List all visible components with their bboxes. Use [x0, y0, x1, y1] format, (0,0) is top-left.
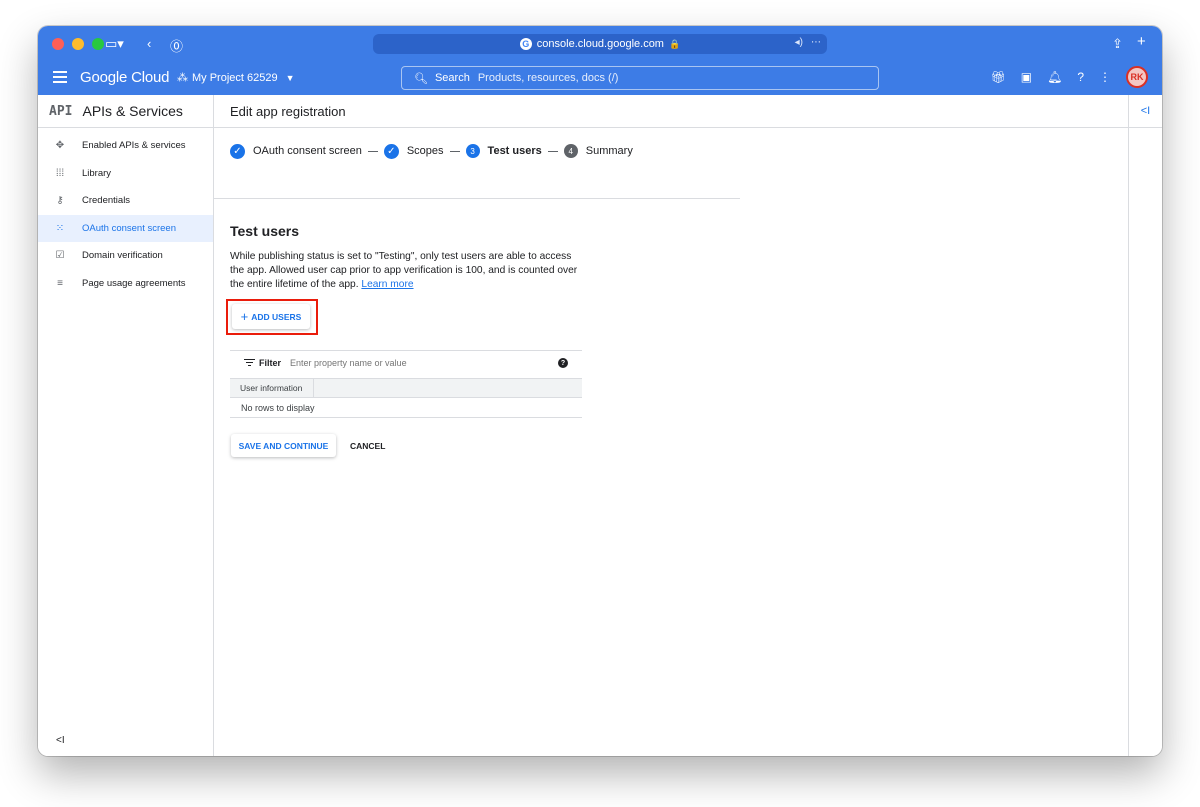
- checkbox-icon: ☑: [55, 250, 65, 262]
- cloud-shell-icon[interactable]: ▣: [1021, 70, 1032, 84]
- project-name: My Project 62529: [192, 71, 278, 84]
- lock-icon: 🔒: [668, 38, 681, 49]
- notifications-bell-icon[interactable]: 🔔︎: [1047, 70, 1062, 84]
- zoom-window-button[interactable]: [92, 38, 104, 50]
- google-favicon-icon: G: [519, 38, 532, 50]
- step-summary[interactable]: 4 Summary: [563, 144, 633, 158]
- stepper-divider: [214, 198, 740, 199]
- nav-item-label: Page usage agreements: [82, 277, 186, 289]
- left-nav: API APIs & Services ✥ Enabled APIs & ser…: [38, 95, 214, 756]
- agreement-list-icon: ≡: [57, 277, 63, 289]
- avatar[interactable]: RK: [1126, 66, 1148, 88]
- project-nodes-icon: ⁂: [177, 72, 188, 84]
- address-url: console.cloud.google.com: [536, 38, 664, 50]
- project-picker[interactable]: ⁂ My Project 62529 ▼: [177, 71, 295, 85]
- back-chevron-icon[interactable]: ‹: [147, 36, 151, 51]
- more-dots-icon[interactable]: ⋯: [811, 37, 821, 48]
- step-number: 4: [563, 144, 578, 158]
- chevron-down-icon: ▼: [285, 72, 295, 83]
- cloud-header: Google Cloud ⁂ My Project 62529 ▼ 🔍︎ Sea…: [38, 62, 1162, 95]
- table-filter: Filter ?: [230, 350, 582, 374]
- search-bar[interactable]: 🔍︎ Search Products, resources, docs (/): [401, 66, 879, 90]
- consent-dots-icon: ⁙: [55, 222, 65, 234]
- address-bar-tools: ◂) ⋯: [795, 37, 821, 48]
- api-logo: API: [49, 103, 73, 119]
- step-test-users[interactable]: 3 Test users: [465, 144, 542, 158]
- step-label: Scopes: [406, 145, 444, 157]
- nav-item-enabled-apis[interactable]: ✥ Enabled APIs & services: [38, 132, 213, 160]
- step-oauth-consent[interactable]: ✓ OAuth consent screen: [230, 143, 362, 159]
- step-number: 3: [465, 144, 480, 158]
- nav-item-label: Library: [82, 167, 112, 179]
- table-header: User information: [230, 378, 582, 398]
- more-vert-icon[interactable]: ⋮: [1099, 70, 1111, 84]
- page-header: Edit app registration: [214, 95, 1128, 128]
- add-users-button[interactable]: + ADD USERS: [232, 304, 310, 329]
- library-grid-icon: ⁞⁞⁞: [55, 167, 65, 179]
- browser-titlebar: ▭▾ ‹ ⓪ G console.cloud.google.com 🔒 ◂) ⋯…: [38, 26, 1162, 62]
- save-and-continue-button[interactable]: SAVE AND CONTINUE: [231, 434, 336, 457]
- collapse-nav-icon[interactable]: <I: [56, 735, 65, 746]
- nav-item-domain-verification[interactable]: ☑ Domain verification: [38, 242, 213, 270]
- nav-list: ✥ Enabled APIs & services ⁞⁞⁞ Library ⚷ …: [38, 128, 213, 297]
- check-circle-icon: ✓: [383, 143, 399, 159]
- right-rail: <I: [1128, 95, 1162, 756]
- nav-item-label: OAuth consent screen: [82, 222, 176, 234]
- help-circle-icon[interactable]: ?: [558, 358, 568, 368]
- page-title: Edit app registration: [230, 103, 346, 119]
- key-icon: ⚷: [56, 195, 64, 207]
- stepper: ✓ OAuth consent screen ✓ Scopes 3 Test u…: [230, 141, 633, 161]
- new-tab-plus-icon[interactable]: +: [1137, 33, 1146, 50]
- step-label: Summary: [585, 145, 633, 157]
- close-window-button[interactable]: [52, 38, 64, 50]
- step-separator: [449, 150, 460, 152]
- nav-item-label: Credentials: [82, 195, 131, 207]
- search-icon: 🔍︎: [414, 72, 428, 85]
- add-users-label: ADD USERS: [251, 311, 302, 322]
- nav-item-credentials[interactable]: ⚷ Credentials: [38, 187, 213, 215]
- address-bar[interactable]: G console.cloud.google.com 🔒 ◂) ⋯: [373, 34, 827, 54]
- nav-header: API APIs & Services: [38, 95, 213, 128]
- column-header-user-information[interactable]: User information: [230, 379, 314, 397]
- nav-item-library[interactable]: ⁞⁞⁞ Library: [38, 160, 213, 188]
- gift-icon[interactable]: 🎁︎: [991, 70, 1006, 84]
- nav-item-page-usage[interactable]: ≡ Page usage agreements: [38, 270, 213, 298]
- filter-input[interactable]: [290, 357, 531, 368]
- nav-title: APIs & Services: [82, 103, 183, 119]
- section-title: Test users: [230, 223, 299, 239]
- share-icon[interactable]: ⇪: [1112, 36, 1123, 52]
- main-content: Edit app registration ✓ OAuth consent sc…: [214, 95, 1128, 756]
- nav-item-label: Enabled APIs & services: [82, 140, 186, 152]
- filter-list-icon: [244, 357, 255, 368]
- main-menu-icon[interactable]: [53, 71, 67, 86]
- google-cloud-logo[interactable]: Google Cloud: [80, 69, 170, 86]
- cancel-button[interactable]: CANCEL: [350, 434, 385, 457]
- browser-window: ▭▾ ‹ ⓪ G console.cloud.google.com 🔒 ◂) ⋯…: [38, 26, 1162, 756]
- window-controls: [52, 38, 104, 50]
- search-label: Search: [434, 72, 470, 84]
- step-label: Test users: [487, 145, 542, 157]
- learn-more-link[interactable]: Learn more: [361, 279, 413, 290]
- plus-icon: +: [240, 309, 249, 324]
- speaker-icon[interactable]: ◂): [795, 37, 803, 48]
- help-icon[interactable]: ?: [1077, 70, 1084, 84]
- step-scopes[interactable]: ✓ Scopes: [383, 143, 444, 159]
- step-separator: [367, 150, 378, 152]
- nav-item-oauth-consent[interactable]: ⁙ OAuth consent screen: [38, 214, 213, 242]
- filter-label: Filter: [259, 357, 282, 368]
- api-hub-icon: ✥: [55, 140, 65, 152]
- minimize-window-button[interactable]: [72, 38, 84, 50]
- step-label: OAuth consent screen: [253, 145, 362, 157]
- nav-item-label: Domain verification: [82, 250, 163, 262]
- header-actions: 🎁︎ ▣ 🔔︎ ? ⋮ RK: [991, 66, 1148, 88]
- section-description: While publishing status is set to "Testi…: [230, 250, 584, 291]
- search-placeholder: Products, resources, docs (/): [477, 72, 619, 84]
- sidebar-toggle-icon[interactable]: ▭▾: [105, 36, 124, 52]
- expand-panel-icon[interactable]: <I: [1129, 95, 1162, 128]
- table-empty-row: No rows to display: [230, 398, 582, 418]
- check-circle-icon: ✓: [230, 143, 245, 159]
- password-manager-icon[interactable]: ⓪: [170, 36, 183, 55]
- step-separator: [547, 150, 558, 152]
